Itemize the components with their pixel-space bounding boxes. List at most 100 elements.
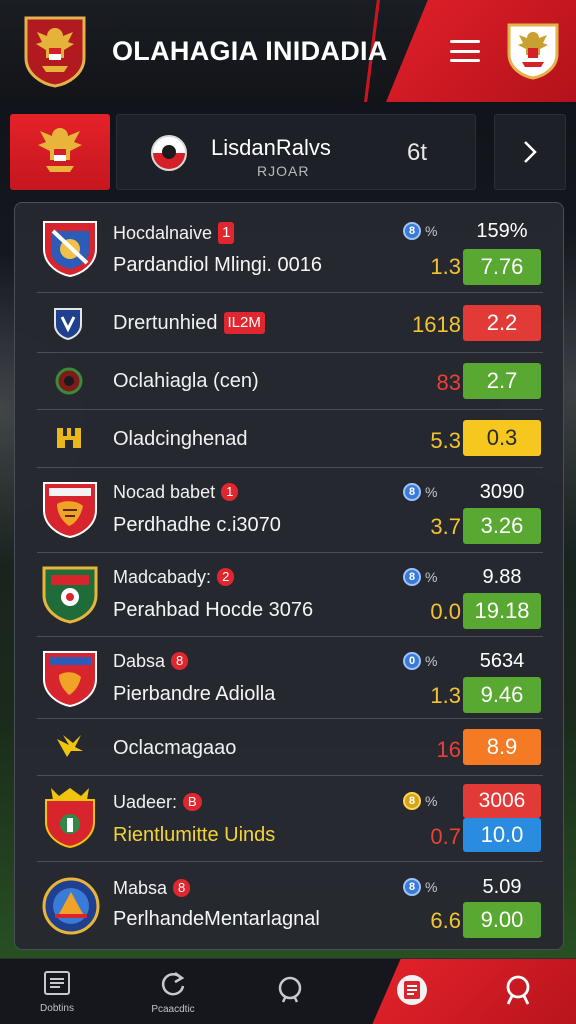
team-rank-badge: 8	[173, 879, 191, 897]
app-header: OLAHAGIA INIDADIA	[0, 0, 576, 102]
team-name: Dabsa 8	[113, 651, 189, 672]
chevron-right-icon[interactable]	[494, 114, 566, 190]
team-rank-badge: B	[183, 793, 202, 811]
list-item[interactable]: Dabsa 8 Pierbandre Adiolla 0 % 5634 1.3 9…	[37, 637, 543, 719]
shield-blue-icon	[53, 307, 83, 346]
list-item[interactable]: Nocad babet 1 Perdhadhe c.i3070 8 % 3090 …	[37, 468, 543, 553]
shield-yellow-icon	[55, 424, 83, 457]
team-name: Uadeer: B	[113, 792, 202, 813]
team-name: Madcabady: 2	[113, 567, 235, 588]
ticket-icon	[396, 973, 428, 1012]
percent-sign: %	[425, 793, 438, 809]
team-detail: Rientlumitte Uinds	[113, 824, 276, 846]
team-rank-badge: 8	[171, 652, 189, 670]
odds-button[interactable]: 9.46	[463, 677, 541, 713]
odds-value: 1.3	[430, 683, 461, 708]
win-stat: 5.09	[482, 876, 522, 898]
team-rank-badge: 1	[221, 483, 239, 501]
team-rank-badge: IL2M	[223, 312, 265, 334]
odds-button[interactable]: 10.0	[463, 818, 541, 852]
team-rank-badge: 2	[217, 568, 235, 586]
shield-crown-icon	[41, 786, 99, 855]
shield-green-icon	[41, 565, 99, 630]
odds-value: 6.6	[430, 908, 461, 933]
team-name: Oclacmagaao	[113, 737, 237, 759]
nav-search[interactable]	[258, 959, 322, 1024]
percent-icon: 8	[403, 483, 421, 501]
win-stat: 3090	[479, 481, 525, 503]
odds-button[interactable]: 2.7	[463, 363, 541, 399]
odds-value: 3.7	[430, 514, 461, 539]
refresh-icon	[159, 970, 187, 1001]
match-title: LisdanRalvs	[211, 135, 331, 160]
percent-icon: 0	[403, 652, 421, 670]
win-stat-button[interactable]: 3006	[463, 784, 541, 818]
team-name: Oladcinghenad	[113, 428, 248, 450]
percent-icon: 8	[403, 792, 421, 810]
odds-value: 83	[436, 370, 461, 395]
list-icon	[44, 970, 70, 1000]
percent-sign: %	[425, 484, 438, 500]
odds-button[interactable]: 9.00	[463, 902, 541, 938]
team-name: Drertunhied IL2M	[113, 312, 265, 335]
nav-refresh[interactable]: Pcaacdtic	[138, 959, 208, 1024]
nav-home-label: Dobtins	[40, 1002, 74, 1014]
win-stat: 5634	[479, 650, 525, 672]
odds-button[interactable]: 2.2	[463, 305, 541, 341]
team-name: Oclahiagla (cen)	[113, 370, 259, 392]
team-ball-icon	[151, 135, 187, 171]
nav-tickets[interactable]	[380, 959, 444, 1024]
hamburger-menu-icon[interactable]	[448, 36, 482, 66]
round-red-icon	[55, 367, 83, 400]
match-subtitle: RJOAR	[257, 163, 310, 179]
percent-sign: %	[425, 569, 438, 585]
team-name: Nocad babet 1	[113, 482, 239, 503]
team-name: Mabsa 8	[113, 878, 191, 899]
percent-sign: %	[425, 879, 438, 895]
odds-button[interactable]: 3.26	[463, 508, 541, 544]
search-user-icon	[502, 974, 534, 1011]
odds-value: 0.0	[430, 599, 461, 624]
featured-match-bar: LisdanRalvs RJOAR 6t	[10, 114, 566, 190]
odds-button[interactable]: 0.3	[463, 420, 541, 456]
team-detail: Pierbandre Adiolla	[113, 683, 276, 705]
win-stat: 9.88	[482, 566, 522, 588]
list-item[interactable]: Drertunhied IL2M 1618 2.2	[37, 293, 543, 353]
team-detail: Perdhadhe c.i3070	[113, 514, 281, 536]
odds-value: 1618	[412, 312, 461, 337]
odds-button[interactable]: 19.18	[463, 593, 541, 629]
odds-value: 1.3	[430, 254, 461, 279]
list-item[interactable]: Madcabady: 2 Perahbad Hocde 3076 8 % 9.88…	[37, 553, 543, 637]
match-info[interactable]: LisdanRalvs RJOAR 6t	[116, 114, 476, 190]
shield-red-blue-icon	[41, 219, 99, 284]
percent-icon: 8	[403, 878, 421, 896]
percent-sign: %	[425, 653, 438, 669]
list-item[interactable]: Hocdalnaive 1 Pardandiol Mlingi. 0016 8 %…	[37, 203, 543, 293]
odds-button[interactable]: 8.9	[463, 729, 541, 765]
team-detail: PerlhandeMentarlagnal	[113, 908, 320, 930]
team-flag[interactable]	[10, 114, 110, 190]
list-item[interactable]: Oclahiagla (cen) 83 2.7	[37, 353, 543, 410]
odds-value: 16	[436, 737, 461, 762]
team-detail: Perahbad Hocde 3076	[113, 599, 314, 621]
match-score: 6t	[407, 139, 428, 166]
list-item[interactable]: Uadeer: B Rientlumitte Uinds 8 % 3006 0.7…	[37, 776, 543, 862]
percent-sign: %	[425, 223, 438, 239]
percent-icon: 8	[403, 222, 421, 240]
nav-profile[interactable]	[486, 959, 550, 1024]
team-odds-list: Hocdalnaive 1 Pardandiol Mlingi. 0016 8 %…	[14, 202, 564, 950]
odds-value: 5.3	[430, 428, 461, 453]
nav-home[interactable]: Dobtins	[22, 959, 92, 1024]
search-icon	[275, 975, 305, 1010]
garuda-crest-icon[interactable]	[22, 14, 88, 88]
odds-button[interactable]: 7.76	[463, 249, 541, 285]
shield-tiger-icon	[41, 480, 99, 545]
list-item[interactable]: Mabsa 8 PerlhandeMentarlagnal 8 % 5.09 6.…	[37, 862, 543, 950]
team-name: Hocdalnaive 1	[113, 222, 235, 244]
win-stat: 159%	[476, 220, 528, 242]
team-detail: Pardandiol Mlingi. 0016	[113, 254, 323, 276]
list-item[interactable]: Oclacmagaao 16 8.9	[37, 719, 543, 776]
percent-icon: 8	[403, 568, 421, 586]
club-shield-icon[interactable]	[506, 22, 560, 80]
list-item[interactable]: Oladcinghenad 5.3 0.3	[37, 410, 543, 468]
